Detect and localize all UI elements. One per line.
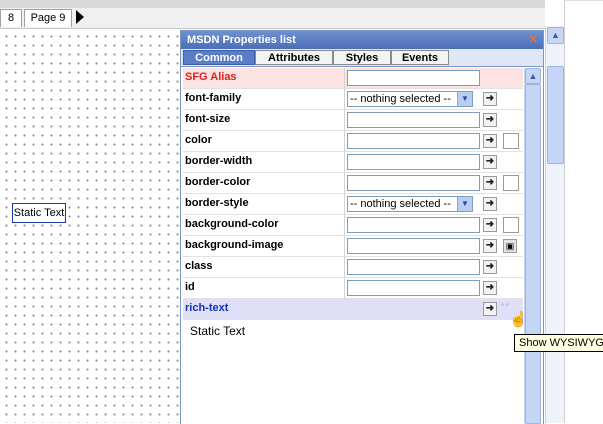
chevron-down-icon[interactable]: ▼ — [457, 197, 472, 211]
row-divider — [344, 215, 345, 236]
property-label: rich-text — [185, 302, 229, 314]
right-pane-divider — [565, 0, 603, 1]
property-row-border-color: border-color ➜ — [183, 173, 523, 194]
select-value: -- nothing selected -- — [350, 93, 451, 105]
property-row-background-image: background-image ➜ ▣ — [183, 236, 523, 257]
row-divider — [344, 236, 345, 257]
border-style-select[interactable]: -- nothing selected -- ▼ — [347, 196, 473, 212]
property-label: border-width — [185, 155, 253, 167]
row-divider — [344, 110, 345, 131]
property-grid: SFG Alias font-family -- nothing selecte… — [183, 68, 523, 320]
edit-arrow-icon[interactable]: ➜ — [483, 239, 497, 253]
property-row-class: class ➜ — [183, 257, 523, 278]
hand-cursor-icon: ☝ — [509, 311, 528, 328]
property-row-border-style: border-style -- nothing selected -- ▼ ➜ — [183, 194, 523, 215]
edit-arrow-icon[interactable]: ➜ — [483, 197, 497, 211]
page-tab-9[interactable]: Page 9 — [24, 9, 72, 27]
next-page-arrow-icon[interactable] — [76, 10, 84, 24]
panel-scrollbar[interactable]: ▲ — [524, 68, 541, 424]
property-label: font-family — [185, 92, 242, 104]
border-color-swatch[interactable] — [503, 175, 519, 191]
background-image-input[interactable] — [347, 238, 480, 254]
sfg-alias-input[interactable] — [347, 70, 480, 86]
property-row-font-size: font-size ➜ — [183, 110, 523, 131]
property-label: background-image — [185, 239, 284, 251]
edit-arrow-icon[interactable]: ➜ — [483, 281, 497, 295]
scrollbar-thumb[interactable] — [547, 66, 564, 164]
tab-common[interactable]: Common — [183, 50, 255, 65]
rich-text-editor[interactable]: Static Text — [183, 320, 523, 424]
page-tab-strip: 8 Page 9 — [0, 0, 545, 29]
tab-events[interactable]: Events — [391, 50, 449, 65]
row-divider — [344, 278, 345, 299]
scroll-up-icon[interactable]: ▲ — [525, 68, 541, 84]
close-icon[interactable]: × — [527, 32, 539, 45]
select-value: -- nothing selected -- — [350, 198, 451, 210]
rich-text-content: Static Text — [190, 324, 246, 338]
property-tabs: Common Attributes Styles Events — [181, 49, 543, 67]
property-row-rich-text: rich-text ➜ ◦◦ — [183, 299, 523, 320]
row-divider — [344, 89, 345, 110]
edit-arrow-icon[interactable]: ➜ — [483, 113, 497, 127]
class-input[interactable] — [347, 259, 480, 275]
panel-title-text: MSDN Properties list — [187, 34, 296, 46]
background-color-swatch[interactable] — [503, 217, 519, 233]
property-row-font-family: font-family -- nothing selected -- ▼ ➜ — [183, 89, 523, 110]
image-browse-icon[interactable]: ▣ — [503, 239, 517, 253]
property-row-id: id ➜ — [183, 278, 523, 299]
font-family-select[interactable]: -- nothing selected -- ▼ — [347, 91, 473, 107]
edit-arrow-icon[interactable]: ➜ — [483, 302, 497, 316]
tooltip: Show WYSIWYG — [514, 334, 603, 352]
row-divider — [344, 131, 345, 152]
edit-arrow-icon[interactable]: ➜ — [483, 260, 497, 274]
property-label: class — [185, 260, 213, 272]
property-label: border-style — [185, 197, 249, 209]
edit-arrow-icon[interactable]: ➜ — [483, 155, 497, 169]
font-size-input[interactable] — [347, 112, 480, 128]
scroll-up-icon[interactable]: ▲ — [547, 27, 564, 44]
property-row-background-color: background-color ➜ — [183, 215, 523, 236]
tab-strip-header — [0, 0, 545, 8]
property-label: border-color — [185, 176, 251, 188]
edit-arrow-icon[interactable]: ➜ — [483, 176, 497, 190]
property-label: color — [185, 134, 212, 146]
property-label: id — [185, 281, 195, 293]
page-tab-8[interactable]: 8 — [0, 9, 22, 27]
edit-arrow-icon[interactable]: ➜ — [483, 218, 497, 232]
row-divider — [344, 152, 345, 173]
color-input[interactable] — [347, 133, 480, 149]
id-input[interactable] — [347, 280, 480, 296]
property-label: background-color — [185, 218, 279, 230]
color-swatch[interactable] — [503, 133, 519, 149]
edit-arrow-icon[interactable]: ➜ — [483, 134, 497, 148]
property-row-color: color ➜ — [183, 131, 523, 152]
border-color-input[interactable] — [347, 175, 480, 191]
tab-attributes[interactable]: Attributes — [255, 50, 333, 65]
border-width-input[interactable] — [347, 154, 480, 170]
properties-panel: MSDN Properties list × Common Attributes… — [180, 30, 544, 424]
background-color-input[interactable] — [347, 217, 480, 233]
property-row-sfg-alias: SFG Alias — [183, 68, 523, 89]
row-divider — [344, 194, 345, 215]
scrollbar-thumb[interactable] — [525, 84, 541, 424]
row-divider — [344, 173, 345, 194]
edit-arrow-icon[interactable]: ➜ — [483, 92, 497, 106]
panel-title: MSDN Properties list — [181, 31, 543, 49]
property-label: SFG Alias — [185, 71, 237, 83]
property-label: font-size — [185, 113, 231, 125]
right-pane — [564, 0, 603, 423]
chevron-down-icon[interactable]: ▼ — [457, 92, 472, 106]
row-divider — [344, 68, 345, 89]
row-divider — [344, 257, 345, 278]
wysiwyg-toggle-icon[interactable]: ◦◦ — [501, 300, 511, 309]
property-row-border-width: border-width ➜ — [183, 152, 523, 173]
tab-styles[interactable]: Styles — [333, 50, 391, 65]
static-text-element[interactable]: Static Text — [12, 203, 66, 223]
page-scrollbar[interactable]: ▲ — [545, 26, 564, 423]
